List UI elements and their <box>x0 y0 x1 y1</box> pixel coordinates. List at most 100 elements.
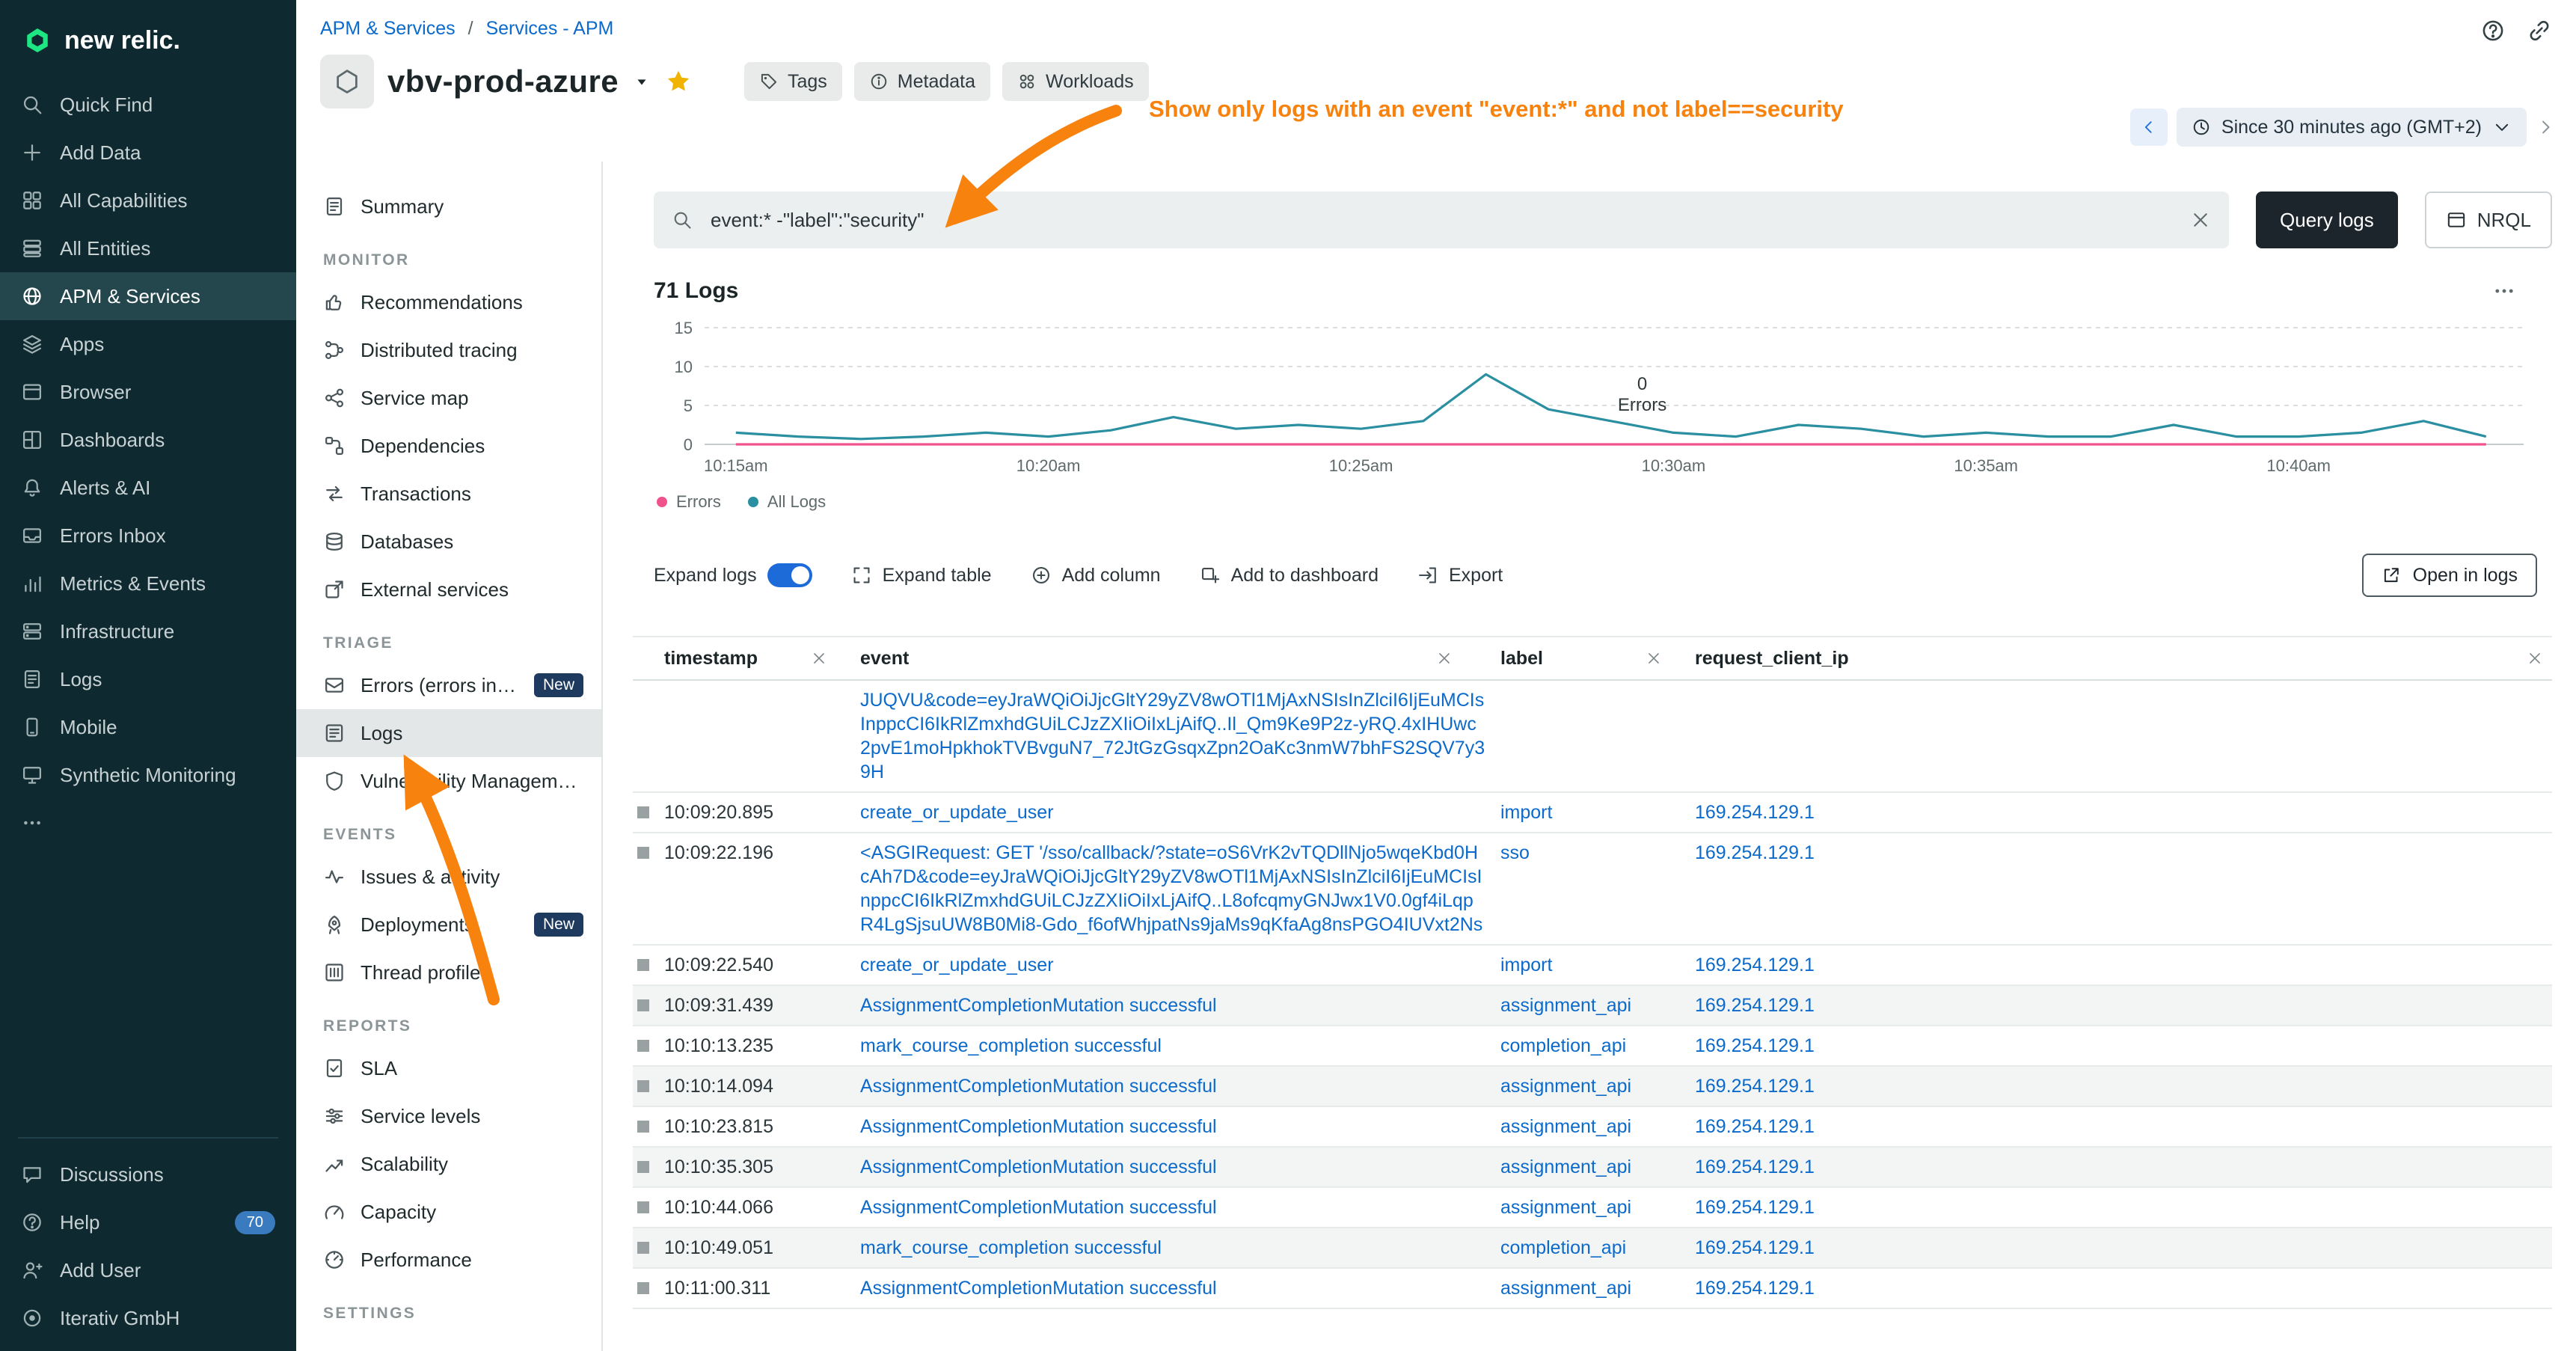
log-row[interactable]: 10:10:35.305AssignmentCompletionMutation… <box>633 1148 2552 1188</box>
sidebar-item-metrics-events[interactable]: Metrics & Events <box>0 560 296 607</box>
entity-nav-distributed-tracing[interactable]: Distributed tracing <box>296 326 601 374</box>
sidebar-item-help[interactable]: Help70 <box>0 1198 296 1246</box>
log-ip-link[interactable]: 169.254.129.1 <box>1695 1035 1815 1056</box>
remove-column-request_client_ip-icon[interactable] <box>2527 650 2543 667</box>
row-marker-icon[interactable] <box>637 1161 649 1173</box>
log-event-link[interactable]: AssignmentCompletionMutation successful <box>860 1116 1217 1137</box>
entity-nav-service-levels[interactable]: Service levels <box>296 1092 601 1140</box>
metadata-pill[interactable]: Metadata <box>854 62 990 101</box>
log-label-link[interactable]: import <box>1500 802 1552 823</box>
more-options-icon[interactable] <box>2492 279 2516 303</box>
log-ip-link[interactable]: 169.254.129.1 <box>1695 1157 1815 1177</box>
sidebar-item-alerts-ai[interactable]: Alerts & AI <box>0 464 296 512</box>
tags-pill[interactable]: Tags <box>744 62 842 101</box>
log-row[interactable]: 10:09:20.895create_or_update_userimport1… <box>633 793 2552 833</box>
row-marker-icon[interactable] <box>637 959 649 971</box>
log-ip-link[interactable]: 169.254.129.1 <box>1695 1197 1815 1218</box>
log-row[interactable]: 10:10:13.235mark_course_completion succe… <box>633 1026 2552 1067</box>
entity-nav-scalability[interactable]: Scalability <box>296 1140 601 1188</box>
sidebar-item-all-capabilities[interactable]: All Capabilities <box>0 177 296 224</box>
entity-nav-errors-errors-inb[interactable]: Errors (errors inb...New <box>296 661 601 709</box>
remove-column-label-icon[interactable] <box>1646 650 1662 667</box>
row-marker-icon[interactable] <box>637 847 649 859</box>
log-row[interactable]: 10:09:31.439AssignmentCompletionMutation… <box>633 986 2552 1026</box>
log-event-link[interactable]: AssignmentCompletionMutation successful <box>860 1076 1217 1097</box>
log-label-link[interactable]: import <box>1500 955 1552 975</box>
entity-nav-transactions[interactable]: Transactions <box>296 470 601 518</box>
log-ip-link[interactable]: 169.254.129.1 <box>1695 995 1815 1016</box>
sidebar-item-add-data[interactable]: Add Data <box>0 129 296 177</box>
nrql-button[interactable]: NRQL <box>2425 192 2552 248</box>
favorite-star-icon[interactable] <box>665 68 692 95</box>
breadcrumb-apm-services[interactable]: APM & Services <box>320 18 456 39</box>
row-marker-icon[interactable] <box>637 1040 649 1052</box>
query-logs-button[interactable]: Query logs <box>2256 192 2398 248</box>
log-row[interactable]: 10:10:23.815AssignmentCompletionMutation… <box>633 1107 2552 1148</box>
log-row[interactable]: 10:10:14.094AssignmentCompletionMutation… <box>633 1067 2552 1107</box>
entity-nav-databases[interactable]: Databases <box>296 518 601 566</box>
log-ip-link[interactable]: 169.254.129.1 <box>1695 955 1815 975</box>
row-marker-icon[interactable] <box>637 1080 649 1092</box>
log-event-link[interactable]: AssignmentCompletionMutation successful <box>860 1197 1217 1218</box>
title-dropdown-caret[interactable] <box>632 72 651 91</box>
entity-nav-issues-activity[interactable]: Issues & activity <box>296 853 601 901</box>
log-label-link[interactable]: assignment_api <box>1500 1278 1631 1299</box>
log-label-link[interactable]: completion_api <box>1500 1237 1626 1258</box>
row-marker-icon[interactable] <box>637 1201 649 1213</box>
expand-table-button[interactable]: Expand table <box>851 565 992 586</box>
time-back-button[interactable] <box>2130 108 2168 146</box>
breadcrumb-services-apm[interactable]: Services - APM <box>485 18 613 39</box>
workloads-pill[interactable]: Workloads <box>1002 62 1149 101</box>
time-range-picker[interactable]: Since 30 minutes ago (GMT+2) <box>2177 108 2527 147</box>
log-row[interactable]: 10:10:49.051mark_course_completion succe… <box>633 1228 2552 1269</box>
add-column-button[interactable]: Add column <box>1031 565 1161 586</box>
log-label-link[interactable]: assignment_api <box>1500 1197 1631 1218</box>
log-label-link[interactable]: sso <box>1500 842 1530 863</box>
entity-nav-capacity[interactable]: Capacity <box>296 1188 601 1236</box>
row-marker-icon[interactable] <box>637 1242 649 1254</box>
legend-all-logs[interactable]: All Logs <box>748 492 826 512</box>
sidebar-item-infrastructure[interactable]: Infrastructure <box>0 607 296 655</box>
log-event-link[interactable]: create_or_update_user <box>860 955 1054 975</box>
sidebar-item-discussions[interactable]: Discussions <box>0 1151 296 1198</box>
entity-nav-external-services[interactable]: External services <box>296 566 601 613</box>
log-event-link[interactable]: create_or_update_user <box>860 802 1054 823</box>
log-row[interactable]: 10:11:00.311AssignmentCompletionMutation… <box>633 1269 2552 1309</box>
log-label-link[interactable]: assignment_api <box>1500 1157 1631 1177</box>
entity-nav-summary[interactable]: Summary <box>296 183 601 230</box>
log-label-link[interactable]: completion_api <box>1500 1035 1626 1056</box>
log-ip-link[interactable]: 169.254.129.1 <box>1695 1076 1815 1097</box>
log-label-link[interactable]: assignment_api <box>1500 1116 1631 1137</box>
entity-nav-thread-profiler[interactable]: Thread profiler <box>296 949 601 996</box>
log-event-link[interactable]: AssignmentCompletionMutation successful <box>860 1157 1217 1177</box>
log-label-link[interactable]: assignment_api <box>1500 995 1631 1016</box>
sidebar-item-mobile[interactable]: Mobile <box>0 703 296 751</box>
log-row[interactable]: 10:10:44.066AssignmentCompletionMutation… <box>633 1188 2552 1228</box>
open-in-logs-button[interactable]: Open in logs <box>2362 554 2537 597</box>
log-label-link[interactable]: assignment_api <box>1500 1076 1631 1097</box>
log-ip-link[interactable]: 169.254.129.1 <box>1695 1278 1815 1299</box>
log-event-link[interactable]: mark_course_completion successful <box>860 1237 1162 1258</box>
sidebar-item-all-entities[interactable]: All Entities <box>0 224 296 272</box>
sidebar-item-more[interactable] <box>0 799 296 847</box>
export-button[interactable]: Export <box>1417 565 1503 586</box>
log-event-link[interactable]: mark_course_completion successful <box>860 1035 1162 1056</box>
log-ip-link[interactable]: 169.254.129.1 <box>1695 1116 1815 1137</box>
sidebar-item-synthetic-monitoring[interactable]: Synthetic Monitoring <box>0 751 296 799</box>
sidebar-item-quick-find[interactable]: Quick Find <box>0 81 296 129</box>
sidebar-item-apm-services[interactable]: APM & Services <box>0 272 296 320</box>
log-ip-link[interactable]: 169.254.129.1 <box>1695 1237 1815 1258</box>
row-marker-icon[interactable] <box>637 1121 649 1133</box>
entity-nav-logs[interactable]: Logs <box>296 709 601 757</box>
expand-logs-toggle[interactable]: Expand logs <box>654 563 812 587</box>
sidebar-item-apps[interactable]: Apps <box>0 320 296 368</box>
entity-nav-performance[interactable]: Performance <box>296 1236 601 1284</box>
log-ip-link[interactable]: 169.254.129.1 <box>1695 842 1815 863</box>
sidebar-item-iterativ-gmbh[interactable]: Iterativ GmbH <box>0 1294 296 1342</box>
log-row[interactable]: JUQVU&code=eyJraWQiOiJjcGltY29yZV8wOTl1M… <box>633 681 2552 793</box>
sidebar-item-logs[interactable]: Logs <box>0 655 296 703</box>
log-event-link[interactable]: JUQVU&code=eyJraWQiOiJjcGltY29yZV8wOTl1M… <box>860 690 1485 782</box>
log-event-link[interactable]: AssignmentCompletionMutation successful <box>860 995 1217 1016</box>
entity-nav-deployments[interactable]: DeploymentsNew <box>296 901 601 949</box>
logs-query-input[interactable] <box>708 207 2175 233</box>
